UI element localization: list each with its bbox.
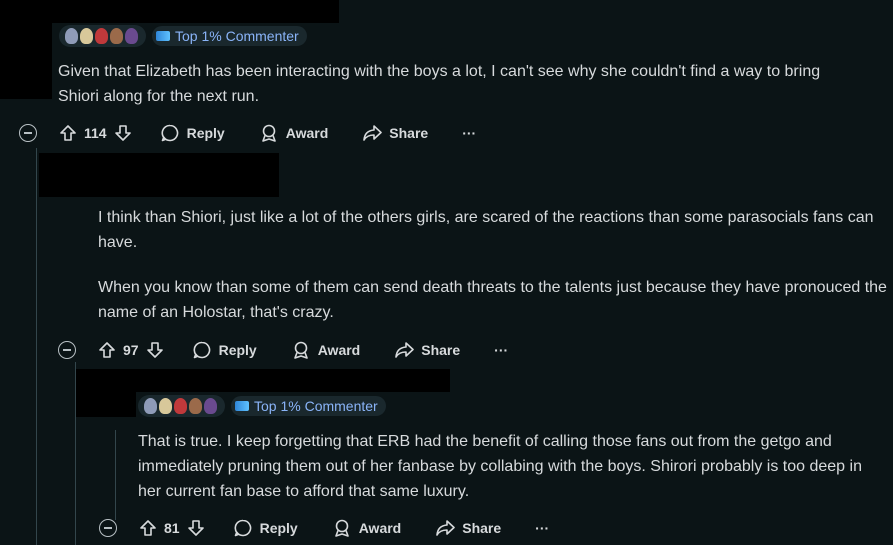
comment-body: I think than Shiori, just like a lot of … — [98, 205, 888, 325]
collapse-icon[interactable] — [19, 124, 37, 142]
downvote-icon[interactable] — [146, 341, 164, 359]
collapse-icon[interactable] — [99, 519, 117, 537]
vote-controls: 81 — [139, 519, 205, 537]
reply-icon — [193, 341, 210, 359]
share-button[interactable]: Share — [435, 518, 501, 538]
more-options-button[interactable]: ··· — [462, 125, 476, 141]
reply-button[interactable]: Reply — [160, 123, 225, 143]
user-flair: Top 1% Commenter — [138, 395, 386, 417]
flair-avatars — [59, 25, 146, 47]
award-button[interactable]: Award — [332, 518, 402, 538]
more-icon: ··· — [494, 342, 509, 358]
comment-paragraph: That is true. I keep forgetting that ERB… — [138, 433, 862, 500]
share-button[interactable]: Share — [362, 123, 428, 143]
award-label: Award — [317, 342, 361, 358]
share-label: Share — [389, 125, 429, 141]
award-button[interactable]: Award — [291, 340, 361, 360]
upvote-icon[interactable] — [59, 124, 77, 142]
comment-actions: 114 Reply Award Share ··· — [19, 121, 476, 145]
vote-count: 97 — [123, 342, 139, 358]
vote-controls: 97 — [98, 341, 164, 359]
reply-button[interactable]: Reply — [192, 340, 257, 360]
reply-label: Reply — [259, 520, 298, 536]
share-icon — [395, 342, 415, 358]
reply-label: Reply — [186, 125, 225, 141]
reply-label: Reply — [218, 342, 257, 358]
comment-body: That is true. I keep forgetting that ERB… — [138, 429, 883, 504]
top-commenter-icon — [235, 401, 249, 411]
comment-actions: 81 Reply Award Share ··· — [99, 516, 549, 540]
reply-icon — [234, 519, 251, 537]
top-commenter-badge: Top 1% Commenter — [152, 26, 307, 46]
vote-controls: 114 — [59, 124, 132, 142]
badge-label: Top 1% Commenter — [254, 398, 378, 414]
upvote-icon[interactable] — [139, 519, 157, 537]
redacted-avatar — [0, 0, 52, 99]
thread-line — [36, 148, 37, 545]
downvote-icon[interactable] — [187, 519, 205, 537]
share-button[interactable]: Share — [394, 340, 460, 360]
user-flair: Top 1% Commenter — [59, 25, 307, 47]
award-label: Award — [358, 520, 402, 536]
redacted-avatar — [76, 369, 136, 417]
reply-icon — [161, 124, 178, 142]
comment-actions: 97 Reply Award Share ··· — [58, 338, 508, 362]
comment-body: Given that Elizabeth has been interactin… — [58, 59, 858, 109]
share-label: Share — [462, 520, 502, 536]
reply-button[interactable]: Reply — [233, 518, 298, 538]
share-icon — [363, 125, 383, 141]
award-icon — [261, 124, 276, 142]
more-options-button[interactable]: ··· — [535, 520, 549, 536]
vote-count: 114 — [84, 125, 107, 141]
badge-label: Top 1% Commenter — [175, 28, 299, 44]
award-icon — [293, 341, 308, 359]
award-icon — [334, 519, 349, 537]
comment-paragraph: I think than Shiori, just like a lot of … — [98, 209, 874, 251]
more-icon: ··· — [535, 520, 550, 536]
share-label: Share — [421, 342, 461, 358]
vote-count: 81 — [164, 520, 180, 536]
downvote-icon[interactable] — [114, 124, 132, 142]
share-icon — [436, 520, 456, 536]
flair-avatars — [138, 395, 225, 417]
more-options-button[interactable]: ··· — [494, 342, 508, 358]
top-commenter-icon — [156, 31, 170, 41]
thread-line — [115, 430, 116, 520]
collapse-icon[interactable] — [58, 341, 76, 359]
comment-paragraph: Given that Elizabeth has been interactin… — [58, 63, 821, 105]
more-icon: ··· — [462, 125, 477, 141]
upvote-icon[interactable] — [98, 341, 116, 359]
comment-paragraph: When you know than some of them can send… — [98, 279, 887, 321]
redacted-avatar-username — [39, 153, 279, 197]
award-label: Award — [285, 125, 329, 141]
top-commenter-badge: Top 1% Commenter — [231, 396, 386, 416]
award-button[interactable]: Award — [259, 123, 329, 143]
